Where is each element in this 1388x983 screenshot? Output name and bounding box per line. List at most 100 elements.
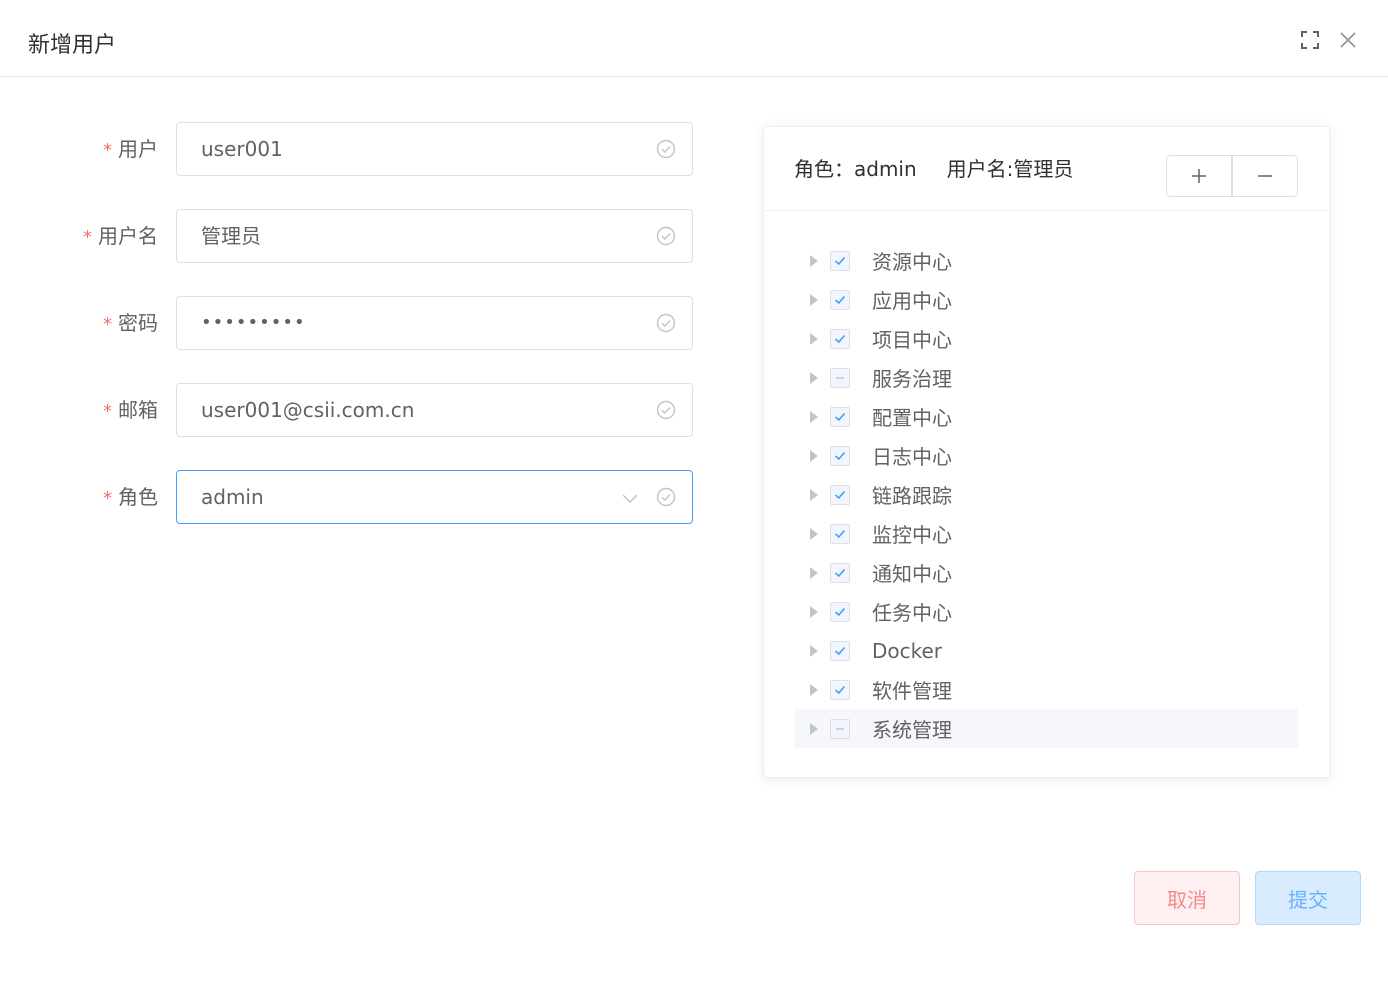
- tree-node[interactable]: 通知中心: [794, 553, 1298, 592]
- tree-node[interactable]: 系统管理: [794, 709, 1298, 748]
- tree-node-label: 链路跟踪: [872, 484, 952, 508]
- role-select[interactable]: admin: [176, 470, 693, 524]
- caret-right-icon[interactable]: [804, 524, 824, 544]
- check-icon: [834, 490, 846, 499]
- checkbox-checked[interactable]: [830, 328, 850, 349]
- form-row-username: * 用户名 管理员: [0, 209, 700, 263]
- tree-node-label: 配置中心: [872, 406, 952, 430]
- checkbox-checked[interactable]: [830, 250, 850, 271]
- check-icon: [834, 412, 846, 421]
- checkbox-checked[interactable]: [830, 640, 850, 661]
- dialog-title: 新增用户: [28, 33, 117, 58]
- tree-node[interactable]: 监控中心: [794, 514, 1298, 553]
- checkbox-checked[interactable]: [830, 523, 850, 544]
- tree-node-label: 日志中心: [872, 445, 952, 469]
- fullscreen-icon: [1301, 31, 1319, 49]
- checkbox-checked[interactable]: [830, 406, 850, 427]
- form-row-role: * 角色 admin: [0, 470, 700, 524]
- caret-right-icon[interactable]: [804, 446, 824, 466]
- user-input[interactable]: user001: [176, 122, 693, 176]
- checkbox-checked[interactable]: [830, 484, 850, 505]
- email-input-value: user001@csii.com.cn: [201, 398, 415, 422]
- caret-right-icon[interactable]: [804, 368, 824, 388]
- collapse-all-button[interactable]: −: [1232, 155, 1298, 197]
- check-icon: [834, 685, 846, 694]
- tree-node-label: 任务中心: [872, 601, 952, 625]
- check-icon: [834, 529, 846, 538]
- checkbox-checked[interactable]: [830, 601, 850, 622]
- plus-icon: [1192, 169, 1206, 183]
- check-icon: [834, 256, 846, 265]
- caret-right-icon[interactable]: [804, 407, 824, 427]
- checkbox-indeterminate[interactable]: [830, 367, 850, 388]
- circle-check-icon: [656, 226, 676, 246]
- username-info-text: 用户名:管理员: [946, 157, 1074, 181]
- check-icon: [834, 295, 846, 304]
- password-label: * 密码: [103, 311, 158, 335]
- tree-node[interactable]: 资源中心: [794, 241, 1298, 280]
- checkbox-checked[interactable]: [830, 445, 850, 466]
- user-label: * 用户: [103, 137, 158, 161]
- tree-node[interactable]: 软件管理: [794, 670, 1298, 709]
- checkbox-checked[interactable]: [830, 679, 850, 700]
- tree-node-label: 监控中心: [872, 523, 952, 547]
- caret-right-icon[interactable]: [804, 602, 824, 622]
- form-row-password: * 密码 •••••••••: [0, 296, 700, 350]
- username-input-value: 管理员: [201, 224, 261, 248]
- tree-node[interactable]: 配置中心: [794, 397, 1298, 436]
- caret-right-icon[interactable]: [804, 641, 824, 661]
- circle-check-icon: [656, 139, 676, 159]
- tree-node[interactable]: 项目中心: [794, 319, 1298, 358]
- tree-node[interactable]: 任务中心: [794, 592, 1298, 631]
- cancel-button[interactable]: 取消: [1134, 871, 1240, 925]
- check-icon: [834, 451, 846, 460]
- tree-node[interactable]: 链路跟踪: [794, 475, 1298, 514]
- check-icon: [834, 334, 846, 343]
- caret-right-icon[interactable]: [804, 329, 824, 349]
- tree-node-label: 资源中心: [872, 250, 952, 274]
- caret-right-icon[interactable]: [804, 251, 824, 271]
- check-icon: [834, 607, 846, 616]
- tree-node[interactable]: 应用中心: [794, 280, 1298, 319]
- username-label: * 用户名: [83, 224, 158, 248]
- caret-right-icon[interactable]: [804, 563, 824, 583]
- tree-node-label: 项目中心: [872, 328, 952, 352]
- role-info: 角色：admin 用户名:管理员: [794, 155, 1073, 183]
- caret-right-icon[interactable]: [804, 485, 824, 505]
- tree-node-label: Docker: [872, 638, 943, 663]
- tree-node[interactable]: 服务治理: [794, 358, 1298, 397]
- tree-node[interactable]: Docker: [794, 631, 1298, 670]
- checkbox-indeterminate[interactable]: [830, 718, 850, 739]
- password-input-value: •••••••••: [201, 312, 306, 333]
- user-input-value: user001: [201, 137, 283, 161]
- circle-check-icon: [656, 487, 676, 507]
- password-input[interactable]: •••••••••: [176, 296, 693, 350]
- permission-card: 角色：admin 用户名:管理员 + − 资源中心应用中心项目中心服务治理配置中心…: [763, 126, 1330, 778]
- form-row-user: * 用户 user001: [0, 122, 700, 176]
- permission-tree: 资源中心应用中心项目中心服务治理配置中心日志中心链路跟踪监控中心通知中心任务中心…: [794, 241, 1298, 748]
- role-label: * 角色: [103, 485, 158, 509]
- close-icon: [1340, 32, 1356, 48]
- checkbox-checked[interactable]: [830, 289, 850, 310]
- tree-node[interactable]: 日志中心: [794, 436, 1298, 475]
- caret-right-icon[interactable]: [804, 680, 824, 700]
- permission-card-header: 角色：admin 用户名:管理员 + −: [764, 127, 1329, 211]
- email-input[interactable]: user001@csii.com.cn: [176, 383, 693, 437]
- dialog-header: 新增用户: [0, 0, 1388, 77]
- tree-node-label: 软件管理: [872, 679, 952, 703]
- role-info-text: 角色：admin: [794, 157, 917, 181]
- close-button[interactable]: [1336, 28, 1360, 52]
- minus-icon: [836, 727, 844, 730]
- caret-right-icon[interactable]: [804, 719, 824, 739]
- tree-node-label: 服务治理: [872, 367, 952, 391]
- check-icon: [834, 646, 846, 655]
- caret-right-icon[interactable]: [804, 290, 824, 310]
- fullscreen-button[interactable]: [1298, 28, 1322, 52]
- checkbox-checked[interactable]: [830, 562, 850, 583]
- email-label: * 邮箱: [103, 398, 158, 422]
- form-row-email: * 邮箱 user001@csii.com.cn: [0, 383, 700, 437]
- expand-all-button[interactable]: +: [1166, 155, 1232, 197]
- username-input[interactable]: 管理员: [176, 209, 693, 263]
- submit-button[interactable]: 提交: [1255, 871, 1361, 925]
- circle-check-icon: [656, 313, 676, 333]
